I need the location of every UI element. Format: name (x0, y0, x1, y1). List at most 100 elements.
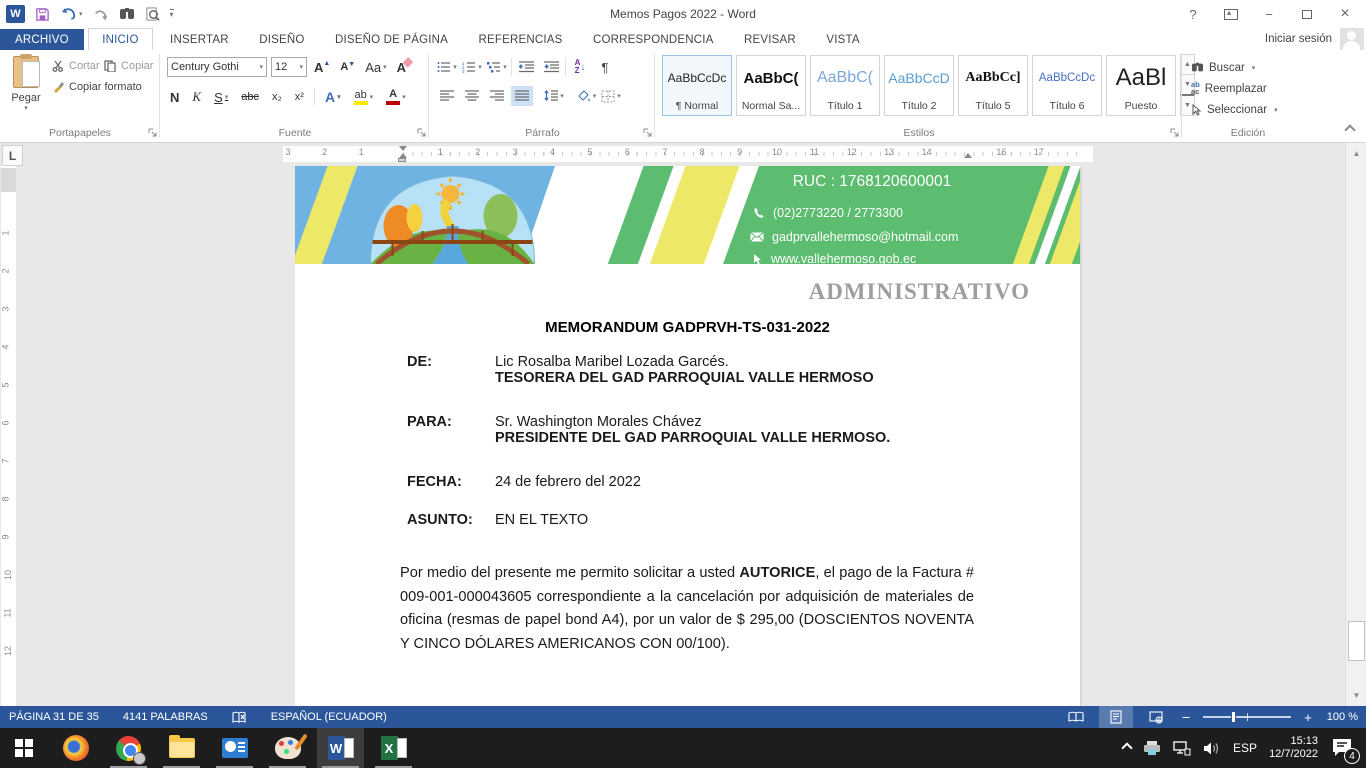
show-marks-button[interactable]: ¶ (594, 57, 616, 77)
word-count[interactable]: 4141 PALABRAS (123, 711, 208, 723)
sign-in-link[interactable]: Iniciar sesión (1265, 28, 1332, 50)
taskbar-firefox[interactable] (52, 728, 99, 768)
scrollbar-thumb[interactable] (1348, 621, 1365, 661)
right-indent-marker[interactable] (964, 153, 972, 158)
italic-button[interactable]: K (189, 87, 204, 107)
tab-stop-selector[interactable]: L (2, 145, 23, 166)
style-titulo-2[interactable]: AaBbCcD Título 2 (884, 55, 954, 116)
replace-button[interactable]: abac Reemplazar (1191, 78, 1278, 99)
shrink-font-button[interactable]: A▼ (337, 57, 358, 77)
tab-referencias[interactable]: REFERENCIAS (466, 29, 576, 51)
printer-icon[interactable] (1143, 740, 1161, 756)
font-color-button[interactable]: A (383, 87, 409, 107)
shading-button[interactable] (575, 86, 597, 106)
paste-dropdown-arrow[interactable]: ▾ (6, 104, 46, 112)
ribbon-display-options-icon[interactable] (1216, 3, 1246, 25)
network-icon[interactable] (1173, 741, 1191, 756)
collapse-ribbon-icon[interactable] (1344, 124, 1355, 135)
fuente-dialog-launcher-icon[interactable] (417, 128, 427, 138)
close-icon[interactable]: × (1330, 3, 1360, 25)
select-button[interactable]: Seleccionar (1191, 99, 1278, 120)
h-ruler[interactable]: 32112345678910111213141617 (283, 146, 1093, 162)
style-titulo-6[interactable]: AaBbCcDc Título 6 (1032, 55, 1102, 116)
bullets-button[interactable] (436, 57, 458, 77)
scroll-up-icon[interactable]: ▲ (1348, 145, 1365, 162)
taskbar-paint[interactable] (264, 728, 311, 768)
hidden-icons-chevron[interactable] (1121, 742, 1132, 753)
borders-button[interactable] (600, 86, 622, 106)
language-indicator[interactable]: ESPAÑOL (ECUADOR) (271, 711, 387, 723)
numbering-button[interactable]: 123 (461, 57, 483, 77)
tab-archivo[interactable]: ARCHIVO (0, 29, 84, 51)
font-size-combobox[interactable]: 12▾ (271, 57, 307, 77)
taskbar-chrome[interactable] (105, 728, 152, 768)
tab-correspondencia[interactable]: CORRESPONDENCIA (580, 29, 727, 51)
decrease-indent-button[interactable] (515, 57, 537, 77)
font-family-combobox[interactable]: Century Gothi▾ (167, 57, 267, 77)
taskbar-system-app[interactable] (211, 728, 258, 768)
left-indent-marker[interactable] (398, 158, 406, 162)
zoom-in-button[interactable]: + (1301, 710, 1315, 725)
grow-font-button[interactable]: A▲ (311, 57, 333, 77)
multilevel-list-button[interactable] (486, 57, 508, 77)
taskbar-excel[interactable]: X (370, 728, 417, 768)
cut-button[interactable]: Cortar (52, 56, 100, 76)
help-icon[interactable]: ? (1178, 3, 1208, 25)
paste-button[interactable]: Pegar ▾ (6, 54, 46, 126)
redo-icon[interactable] (93, 7, 109, 21)
subscript-button[interactable]: x₂ (269, 87, 285, 107)
change-case-button[interactable]: Aa (362, 57, 389, 77)
justify-button[interactable] (511, 86, 533, 106)
read-mode-button[interactable] (1059, 706, 1093, 728)
restore-icon[interactable] (1292, 3, 1322, 25)
clear-formatting-button[interactable]: A (394, 57, 409, 77)
v-ruler[interactable]: 123456789101112 (1, 166, 16, 706)
web-layout-button[interactable] (1139, 706, 1173, 728)
highlight-button[interactable]: ab (351, 87, 377, 107)
zoom-out-button[interactable]: − (1179, 709, 1193, 725)
find-icon[interactable] (119, 7, 135, 21)
align-center-button[interactable] (461, 86, 483, 106)
tab-inicio[interactable]: INICIO (88, 28, 152, 50)
tray-language[interactable]: ESP (1233, 741, 1257, 755)
scroll-down-icon[interactable]: ▼ (1348, 687, 1365, 704)
proofing-icon[interactable] (232, 711, 247, 724)
minimize-icon[interactable]: − (1254, 3, 1284, 25)
style-normal-sa[interactable]: AaBbC( Normal Sa... (736, 55, 806, 116)
line-spacing-button[interactable] (543, 86, 565, 106)
align-right-button[interactable] (486, 86, 508, 106)
user-avatar[interactable] (1340, 28, 1364, 50)
style-titulo-5[interactable]: AaBbCc] Título 5 (958, 55, 1028, 116)
tab-diseno[interactable]: DISEÑO (246, 29, 317, 51)
tab-vista[interactable]: VISTA (813, 29, 872, 51)
tab-revisar[interactable]: REVISAR (731, 29, 809, 51)
zoom-slider[interactable] (1203, 716, 1291, 718)
notification-center-icon[interactable]: 4 (1330, 735, 1356, 761)
sort-button[interactable]: AZ↓ (569, 57, 591, 77)
increase-indent-button[interactable] (540, 57, 562, 77)
strikethrough-button[interactable]: abc (238, 87, 262, 107)
find-button[interactable]: Buscar (1191, 57, 1278, 78)
page-indicator[interactable]: PÁGINA 31 DE 35 (9, 711, 99, 723)
parrafo-dialog-launcher-icon[interactable] (643, 128, 653, 138)
tray-clock[interactable]: 15:1312/7/2022 (1269, 735, 1318, 761)
portapapeles-dialog-launcher-icon[interactable] (148, 128, 158, 138)
save-icon[interactable] (35, 7, 50, 22)
bold-button[interactable]: N (167, 87, 182, 107)
zoom-level[interactable]: 100 % (1327, 711, 1358, 723)
document-page[interactable]: RUC : 1768120600001 (02)2773220 / 277330… (295, 166, 1080, 706)
format-painter-button[interactable]: Copiar formato (52, 77, 142, 97)
start-button[interactable] (0, 728, 47, 768)
text-effects-button[interactable]: A (322, 87, 344, 107)
tab-insertar[interactable]: INSERTAR (157, 29, 242, 51)
underline-button[interactable]: S (211, 87, 231, 107)
taskbar-word-active[interactable]: W (317, 728, 364, 768)
vertical-scrollbar[interactable]: ▲ ▼ (1345, 143, 1366, 706)
style-normal[interactable]: AaBbCcDc ¶ Normal (662, 55, 732, 116)
print-layout-button[interactable] (1099, 706, 1133, 728)
copy-button[interactable]: Copiar (104, 56, 153, 76)
undo-icon[interactable] (60, 7, 83, 21)
style-puesto[interactable]: AaBl Puesto (1106, 55, 1176, 116)
taskbar-file-explorer[interactable] (158, 728, 205, 768)
align-left-button[interactable] (436, 86, 458, 106)
